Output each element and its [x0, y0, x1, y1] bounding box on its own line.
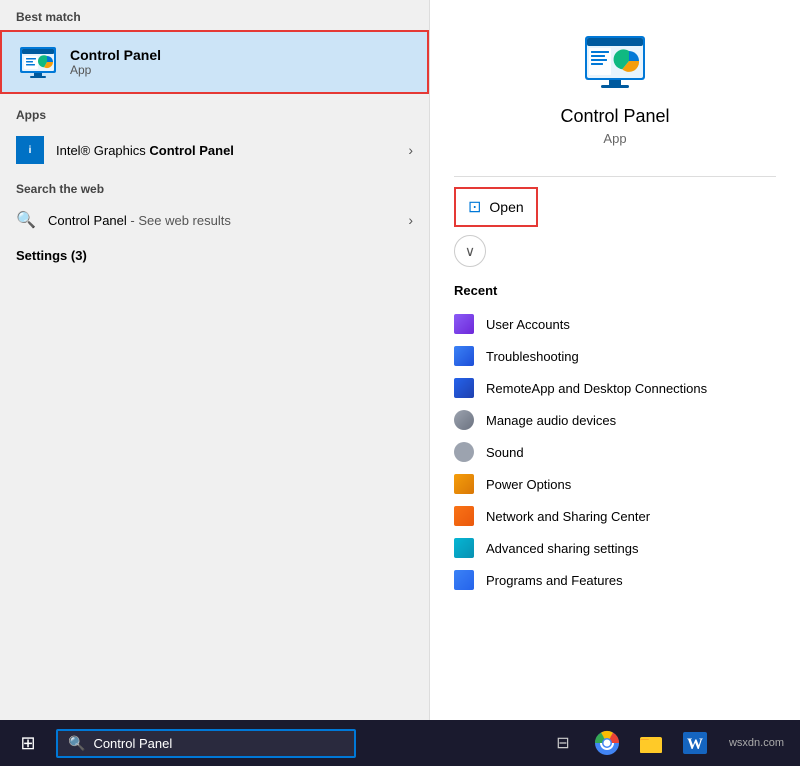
best-match-text: Control Panel App	[70, 47, 161, 77]
start-menu: Best match	[0, 0, 800, 720]
open-button-label: Open	[489, 199, 523, 215]
best-match-subtitle: App	[70, 63, 161, 77]
remoteapp-icon	[454, 378, 474, 398]
left-panel: Best match	[0, 0, 430, 720]
expand-button[interactable]: ∨	[454, 235, 486, 267]
intel-app-name: Intel® Graphics Control Panel	[56, 143, 408, 158]
recent-item-text: Sound	[486, 445, 524, 460]
recent-item-text: Network and Sharing Center	[486, 509, 650, 524]
search-query: Control Panel	[48, 213, 127, 228]
chrome-icon[interactable]	[593, 729, 621, 757]
svg-text:W: W	[687, 736, 703, 753]
recent-item-power[interactable]: Power Options	[454, 468, 776, 500]
right-panel: Control Panel App ⊡ Open ∨ Recent User A…	[430, 0, 800, 720]
recent-item-audio[interactable]: Manage audio devices	[454, 404, 776, 436]
troubleshooting-icon	[454, 346, 474, 366]
recent-item-programs[interactable]: Programs and Features	[454, 564, 776, 596]
intel-chevron-icon: ›	[408, 142, 413, 158]
sound-icon	[454, 442, 474, 462]
best-match-item[interactable]: Control Panel App	[0, 30, 429, 94]
recent-label: Recent	[454, 283, 776, 298]
recent-item-text: Power Options	[486, 477, 571, 492]
watermark-text: wsxdn.com	[729, 737, 784, 749]
search-web-text: Control Panel - See web results	[48, 213, 408, 228]
divider-1	[454, 176, 776, 177]
word-icon[interactable]: W	[681, 729, 709, 757]
app-big-title: Control Panel	[454, 106, 776, 127]
app-big-subtitle: App	[454, 131, 776, 146]
apps-label: Apps	[0, 98, 429, 128]
audio-icon	[454, 410, 474, 430]
search-web-item[interactable]: 🔍 Control Panel - See web results ›	[0, 202, 429, 238]
search-web-chevron-icon: ›	[408, 212, 413, 228]
file-explorer-icon[interactable]	[637, 729, 665, 757]
recent-item-text: Programs and Features	[486, 573, 623, 588]
task-view-icon: ⊟	[556, 733, 569, 753]
recent-item-text: User Accounts	[486, 317, 570, 332]
start-button[interactable]: ⊞	[8, 723, 48, 763]
see-results-text: - See web results	[130, 213, 230, 228]
advanced-sharing-icon	[454, 538, 474, 558]
recent-item-text: Troubleshooting	[486, 349, 579, 364]
recent-item-network[interactable]: Network and Sharing Center	[454, 500, 776, 532]
settings-item[interactable]: Settings (3)	[0, 238, 429, 273]
programs-icon	[454, 570, 474, 590]
app-big-icon	[583, 30, 647, 94]
recent-item-user-accounts[interactable]: User Accounts	[454, 308, 776, 340]
intel-graphics-app-item[interactable]: i Intel® Graphics Control Panel ›	[0, 128, 429, 172]
best-match-label: Best match	[0, 0, 429, 30]
recent-item-remoteapp[interactable]: RemoteApp and Desktop Connections	[454, 372, 776, 404]
power-icon	[454, 474, 474, 494]
taskbar: ⊞ 🔍 Control Panel ⊟	[0, 720, 800, 766]
recent-item-sound[interactable]: Sound	[454, 436, 776, 468]
taskbar-search-icon: 🔍	[68, 735, 85, 752]
taskbar-icons: ⊟ W	[549, 729, 792, 757]
intel-icon: i	[16, 136, 44, 164]
recent-item-text: RemoteApp and Desktop Connections	[486, 381, 707, 396]
open-icon: ⊡	[468, 197, 481, 217]
best-match-title: Control Panel	[70, 47, 161, 63]
search-web-label: Search the web	[0, 172, 429, 202]
recent-item-advanced-sharing[interactable]: Advanced sharing settings	[454, 532, 776, 564]
control-panel-icon	[18, 42, 58, 82]
chevron-down-icon: ∨	[465, 243, 475, 260]
task-view-button[interactable]: ⊟	[549, 729, 577, 757]
recent-item-text: Advanced sharing settings	[486, 541, 638, 556]
recent-item-text: Manage audio devices	[486, 413, 616, 428]
taskbar-search-text: Control Panel	[93, 736, 344, 751]
taskbar-search-box[interactable]: 🔍 Control Panel	[56, 729, 356, 758]
settings-label: Settings (3)	[16, 248, 87, 263]
network-icon	[454, 506, 474, 526]
open-button[interactable]: ⊡ Open	[454, 187, 538, 227]
search-web-icon: 🔍	[16, 210, 36, 230]
user-accounts-icon	[454, 314, 474, 334]
recent-item-troubleshooting[interactable]: Troubleshooting	[454, 340, 776, 372]
